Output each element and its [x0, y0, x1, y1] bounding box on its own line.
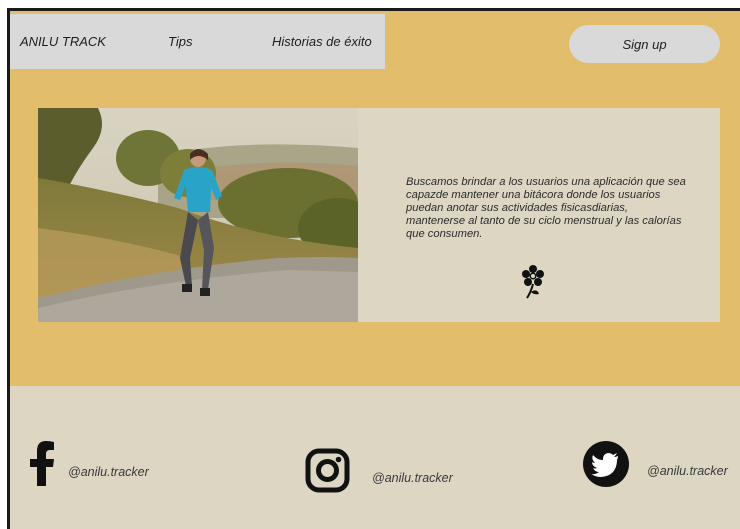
instagram-handle[interactable]: @anilu.tracker — [372, 471, 453, 485]
facebook-handle[interactable]: @anilu.tracker — [68, 465, 149, 479]
window-edge-top — [7, 8, 740, 11]
twitter-handle[interactable]: @anilu.tracker — [647, 464, 728, 478]
hero-section: Buscamos brindar a los usuarios una apli… — [38, 108, 720, 322]
nav-tips-link[interactable]: Tips — [168, 14, 192, 69]
hero-description: Buscamos brindar a los usuarios una apli… — [406, 176, 686, 240]
nav-historias-link[interactable]: Historias de éxito — [272, 14, 372, 69]
flower-icon — [522, 265, 544, 299]
nav-brand-link[interactable]: ANILU TRACK — [20, 14, 106, 69]
signup-button[interactable]: Sign up — [569, 25, 720, 63]
top-nav: ANILU TRACK Tips Historias de éxito — [10, 14, 385, 69]
screen: ANILU TRACK Tips Historias de éxito Sign… — [0, 0, 740, 529]
woman-running-photo — [38, 108, 358, 322]
footer: @anilu.tracker @anilu.tracker @anilu.tra… — [10, 386, 740, 529]
window-edge-left — [7, 8, 10, 529]
instagram-icon[interactable] — [305, 448, 350, 493]
twitter-icon[interactable] — [583, 441, 629, 487]
landing-page: ANILU TRACK Tips Historias de éxito Sign… — [10, 11, 740, 529]
facebook-icon[interactable] — [29, 441, 55, 486]
